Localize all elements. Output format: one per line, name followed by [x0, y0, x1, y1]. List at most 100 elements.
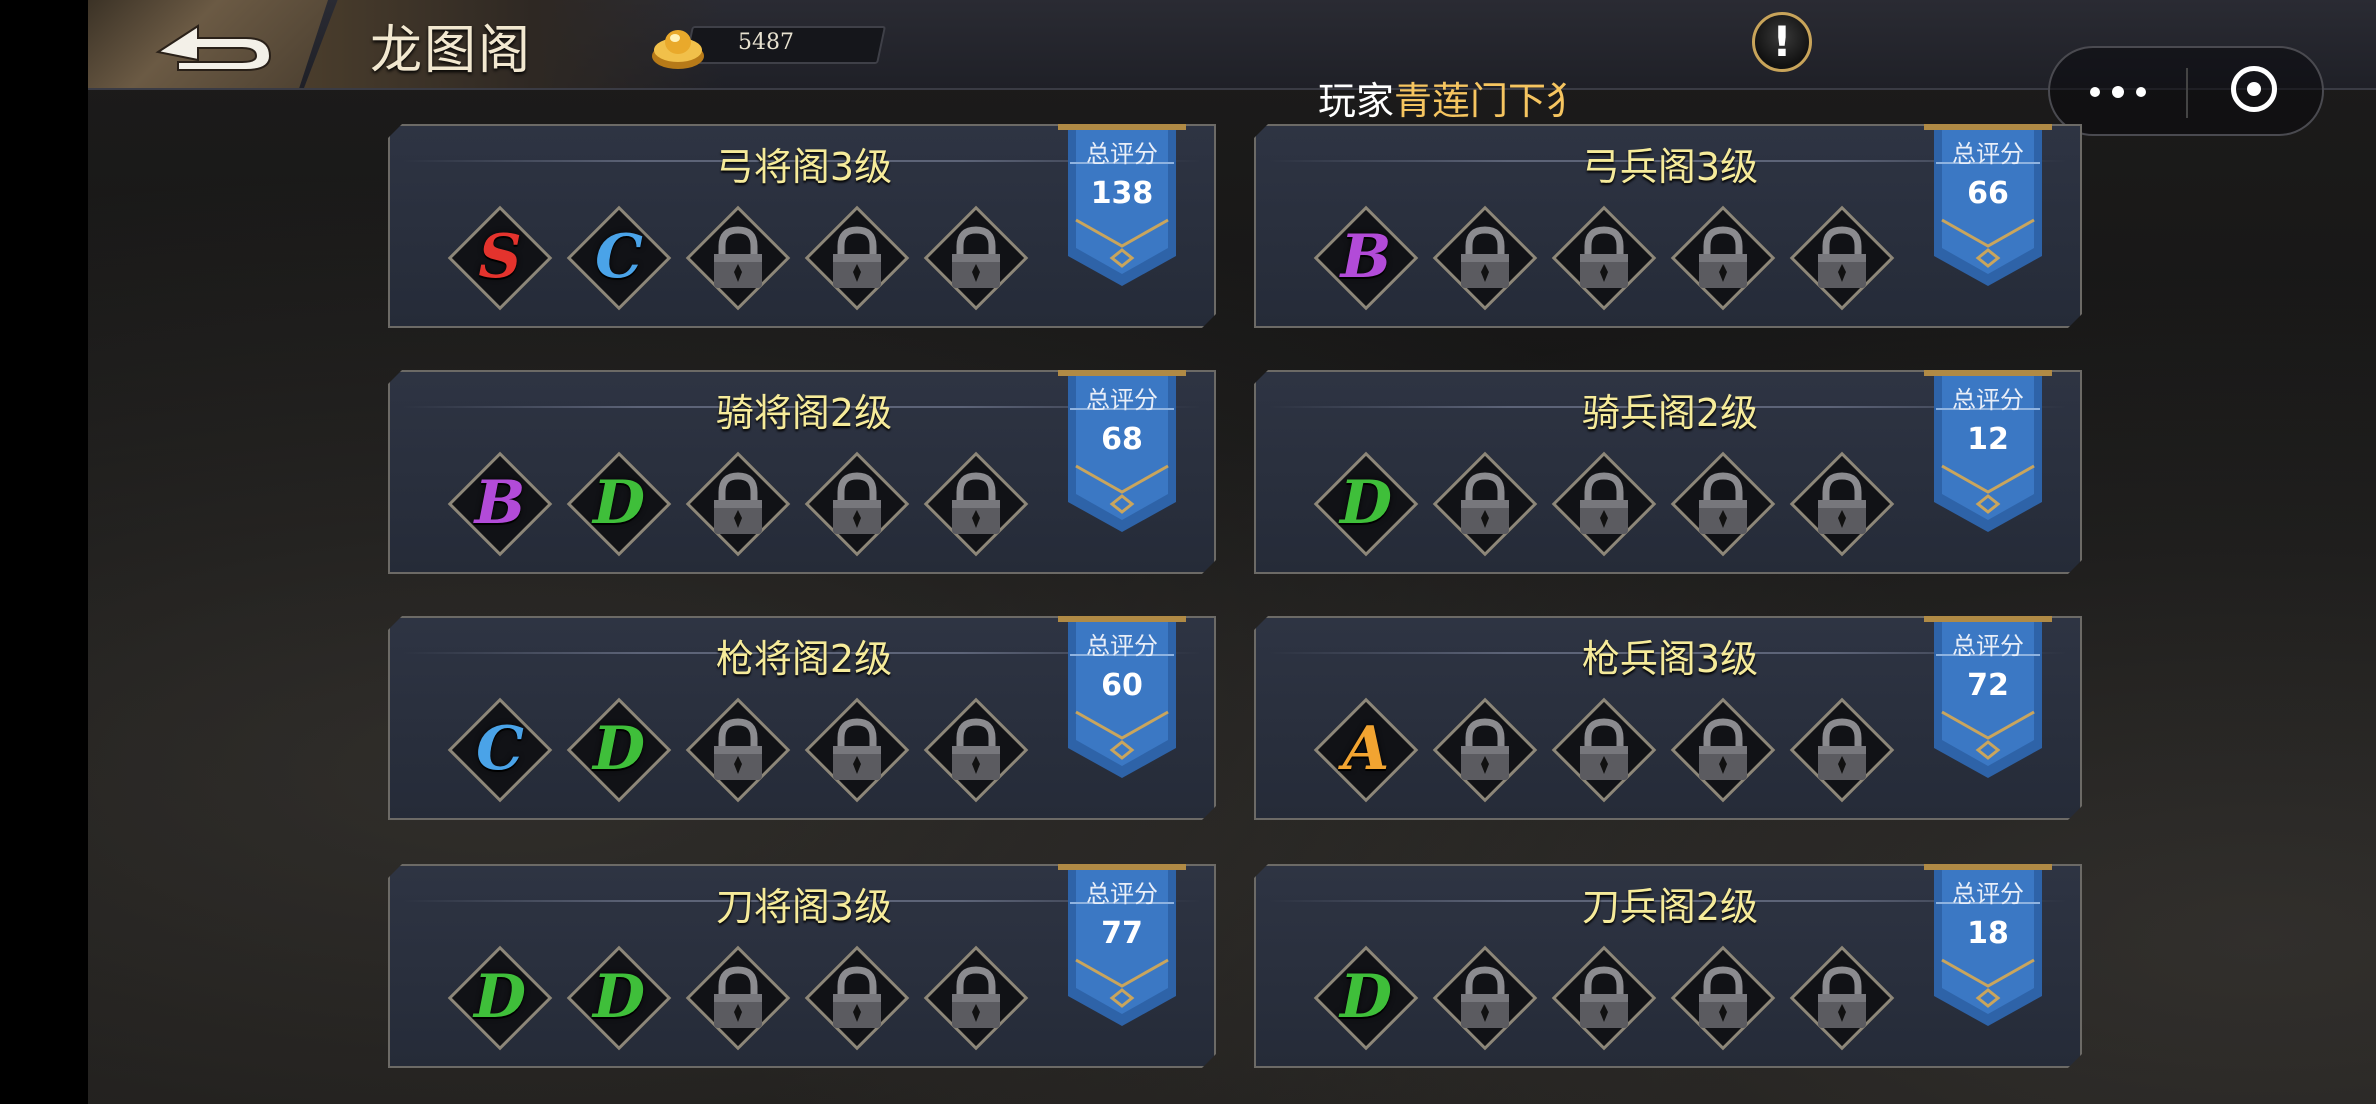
locked-slot[interactable]: [1788, 944, 1896, 1052]
locked-slot[interactable]: [1431, 944, 1539, 1052]
marquee-player-name: 青莲门下犭: [1394, 79, 1585, 123]
lock-icon: [1669, 944, 1777, 1052]
total-score-label: 总评分: [1952, 880, 2024, 908]
grade-slot[interactable]: D: [565, 450, 673, 558]
locked-slot[interactable]: [803, 450, 911, 558]
lock-icon: [684, 450, 792, 558]
slot-row: DD: [446, 944, 1066, 1060]
locked-slot[interactable]: [922, 204, 1030, 312]
info-button[interactable]: !: [1752, 12, 1812, 72]
score-banner: 总评分 72: [1924, 616, 2052, 784]
lock-icon: [1788, 204, 1896, 312]
pavilion-panel[interactable]: 弓兵阁3级 B 总评分 66: [1254, 124, 2082, 328]
grade-letter: D: [592, 962, 646, 1032]
pavilion-panel[interactable]: 骑将阁2级 B D 总评分 68: [388, 370, 1216, 574]
pavilion-panel[interactable]: 弓将阁3级 S C 总评分 138: [388, 124, 1216, 328]
grade-letter: A: [1342, 714, 1390, 784]
locked-slot[interactable]: [1431, 204, 1539, 312]
lock-icon: [803, 696, 911, 804]
currency-display: 5487: [648, 20, 888, 69]
miniprogram-capsule: [2048, 46, 2324, 136]
locked-slot[interactable]: [1431, 696, 1539, 804]
grade-slot[interactable]: D: [565, 696, 673, 804]
locked-slot[interactable]: [1669, 204, 1777, 312]
locked-slot[interactable]: [684, 204, 792, 312]
back-arrow-icon: [155, 24, 272, 71]
more-options-button[interactable]: [2050, 48, 2186, 134]
slot-row: CD: [446, 696, 1066, 812]
lock-icon: [803, 450, 911, 558]
lock-icon: [684, 944, 792, 1052]
lock-icon: [1431, 450, 1539, 558]
lock-icon: [1550, 696, 1658, 804]
score-banner: 总评分 66: [1924, 124, 2052, 292]
locked-slot[interactable]: [1550, 204, 1658, 312]
grade-slot[interactable]: D: [1312, 944, 1420, 1052]
lock-icon: [1788, 944, 1896, 1052]
lock-icon: [803, 204, 911, 312]
lock-icon: [1788, 450, 1896, 558]
locked-slot[interactable]: [684, 696, 792, 804]
total-score-label: 总评分: [1086, 386, 1158, 414]
exclamation-icon: !: [1772, 17, 1792, 66]
locked-slot[interactable]: [684, 450, 792, 558]
locked-slot[interactable]: [803, 944, 911, 1052]
total-score-label: 总评分: [1952, 632, 2024, 660]
grade-letter: D: [473, 962, 527, 1032]
grade-slot[interactable]: A: [1312, 696, 1420, 804]
grade-slot[interactable]: D: [565, 944, 673, 1052]
locked-slot[interactable]: [1550, 450, 1658, 558]
pavilion-panel[interactable]: 枪兵阁3级 A 总评分 72: [1254, 616, 2082, 820]
grade-slot[interactable]: D: [446, 944, 554, 1052]
locked-slot[interactable]: [1788, 204, 1896, 312]
grade-slot[interactable]: B: [1312, 204, 1420, 312]
lock-icon: [1550, 204, 1658, 312]
grade-slot[interactable]: B: [446, 450, 554, 558]
lock-icon: [922, 204, 1030, 312]
pavilion-panel[interactable]: 刀将阁3级 D D 总评分 77: [388, 864, 1216, 1068]
locked-slot[interactable]: [1788, 696, 1896, 804]
locked-slot[interactable]: [1669, 696, 1777, 804]
locked-slot[interactable]: [1669, 450, 1777, 558]
locked-slot[interactable]: [1431, 450, 1539, 558]
locked-slot[interactable]: [922, 696, 1030, 804]
total-score-value: 12: [1967, 422, 2009, 457]
locked-slot[interactable]: [803, 204, 911, 312]
game-screen: 龙图阁 5487 ! 玩家青莲门下犭 弓将阁3级 S C 总评分 138 弓兵阁3级 B 总评…: [88, 0, 2376, 1104]
total-score-label: 总评分: [1086, 632, 1158, 660]
lock-icon: [922, 696, 1030, 804]
locked-slot[interactable]: [1550, 944, 1658, 1052]
grade-letter: B: [1340, 222, 1392, 292]
pavilion-panel[interactable]: 枪将阁2级 C D 总评分 60: [388, 616, 1216, 820]
slot-row: SC: [446, 204, 1066, 320]
locked-slot[interactable]: [803, 696, 911, 804]
grade-letter: D: [1339, 468, 1393, 538]
total-score-label: 总评分: [1086, 140, 1158, 168]
grade-slot[interactable]: C: [565, 204, 673, 312]
pavilion-panel[interactable]: 刀兵阁2级 D 总评分 18: [1254, 864, 2082, 1068]
locked-slot[interactable]: [1669, 944, 1777, 1052]
total-score-value: 68: [1101, 422, 1143, 457]
top-bar: 龙图阁 5487 !: [88, 0, 2376, 90]
locked-slot[interactable]: [922, 944, 1030, 1052]
total-score-label: 总评分: [1952, 386, 2024, 414]
lock-icon: [922, 944, 1030, 1052]
locked-slot[interactable]: [1788, 450, 1896, 558]
grade-slot[interactable]: S: [446, 204, 554, 312]
locked-slot[interactable]: [922, 450, 1030, 558]
grade-letter: B: [474, 468, 526, 538]
score-banner: 总评分 18: [1924, 864, 2052, 1032]
close-miniprogram-button[interactable]: [2188, 48, 2324, 134]
pavilion-panel[interactable]: 骑兵阁2级 D 总评分 12: [1254, 370, 2082, 574]
locked-slot[interactable]: [1550, 696, 1658, 804]
grade-slot[interactable]: D: [1312, 450, 1420, 558]
score-banner: 总评分 12: [1924, 370, 2052, 538]
back-button[interactable]: [88, 0, 328, 88]
lock-icon: [1669, 204, 1777, 312]
grade-letter: C: [595, 222, 643, 292]
grade-letter: S: [478, 222, 522, 292]
lock-icon: [1669, 450, 1777, 558]
grade-slot[interactable]: C: [446, 696, 554, 804]
locked-slot[interactable]: [684, 944, 792, 1052]
total-score-value: 72: [1967, 668, 2009, 703]
